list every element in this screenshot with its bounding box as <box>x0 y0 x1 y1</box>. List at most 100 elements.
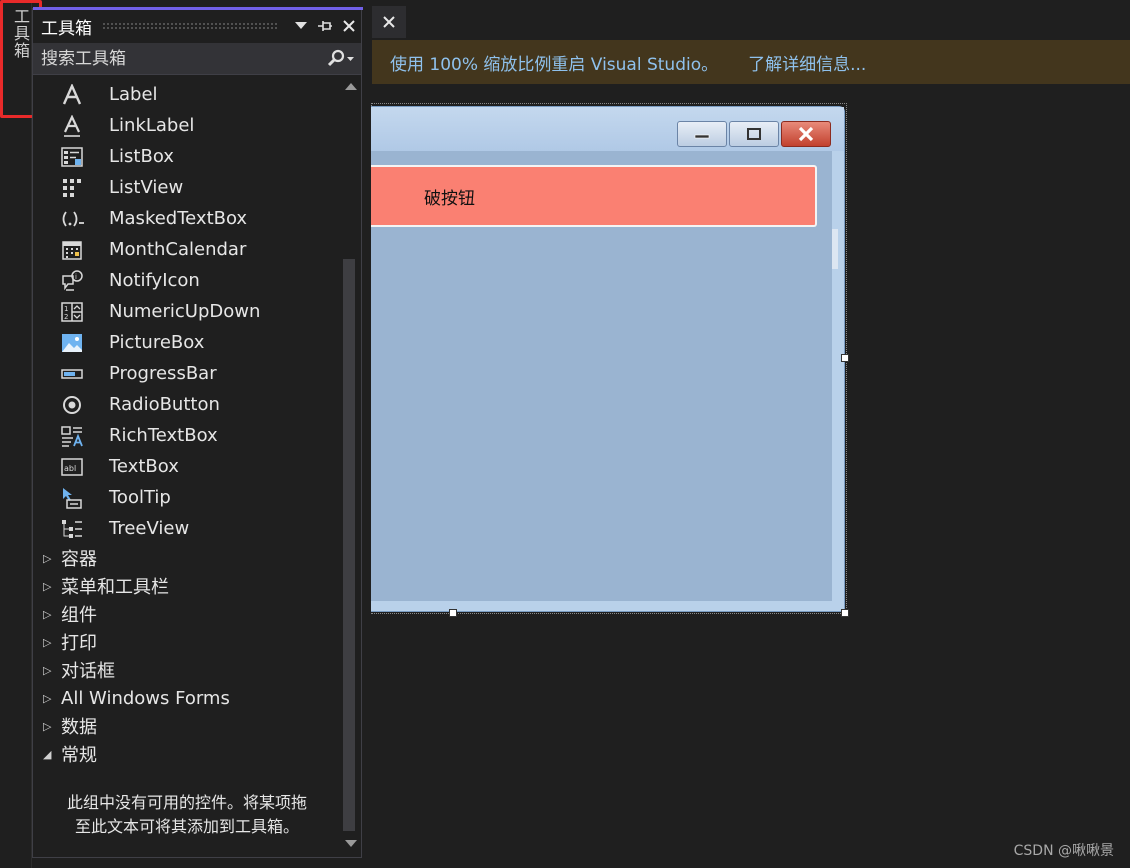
toolbox-group-label: 对话框 <box>61 661 115 682</box>
toolbox-item-richtextbox[interactable]: RichTextBox <box>33 420 341 451</box>
minimize-icon <box>694 134 710 139</box>
svg-text:2: 2 <box>64 313 68 321</box>
panel-accent-line <box>33 7 363 10</box>
scroll-up-arrow-icon[interactable] <box>345 83 357 90</box>
bad-button-control[interactable]: 破按钮 <box>371 165 817 227</box>
auto-hide-pin-button[interactable] <box>313 14 337 38</box>
toolbox-item-picturebox[interactable]: PictureBox <box>33 327 341 358</box>
info-bar-message: 使用 100% 缩放比例重启 Visual Studio。 <box>390 54 719 75</box>
toolbox-header: 工具箱 <box>33 11 361 41</box>
designer-form[interactable]: 破按钮 <box>371 106 845 612</box>
richtextbox-icon <box>59 425 85 447</box>
progressbar-icon <box>59 363 85 385</box>
toolbox-group-label: All Windows Forms <box>61 687 230 709</box>
close-icon <box>383 16 395 28</box>
watermark-text: CSDN @啾啾景 <box>1013 843 1114 859</box>
toolbox-item-radiobutton[interactable]: RadioButton <box>33 389 341 420</box>
expand-arrow-icon: ▷ <box>43 635 52 649</box>
maximize-icon <box>747 128 761 140</box>
resize-handle-bottom[interactable] <box>449 609 457 617</box>
toolbox-item-label-text: ListView <box>109 177 184 198</box>
resize-handle-right[interactable] <box>841 354 849 362</box>
toolbox-item-linklabel[interactable]: LinkLabel <box>33 110 341 141</box>
toolbox-item-label-text: ListBox <box>109 146 174 167</box>
toolbox-group-data[interactable]: ▷ 数据 <box>33 712 341 740</box>
expand-arrow-icon: ▷ <box>43 691 52 705</box>
form-scroll-indicator <box>832 229 838 269</box>
toolbox-item-label-text: LinkLabel <box>109 115 195 136</box>
search-options-button[interactable] <box>321 44 361 74</box>
toolbox-item-monthcalendar[interactable]: MonthCalendar <box>33 234 341 265</box>
toolbox-item-label-text: RichTextBox <box>109 425 218 446</box>
toolbox-item-label-text: ProgressBar <box>109 363 217 384</box>
toolbox-group-label: 组件 <box>61 605 97 626</box>
toolbox-item-treeview[interactable]: TreeView <box>33 513 341 544</box>
expand-arrow-icon: ▷ <box>43 663 52 677</box>
toolbox-list: Label LinkLabel ListBox ListView MaskedT… <box>33 79 341 855</box>
tooltip-icon <box>59 487 85 509</box>
svg-text:1: 1 <box>64 305 68 313</box>
toolbox-item-label-text: NotifyIcon <box>109 270 200 291</box>
toolbox-item-label-text: ToolTip <box>109 487 171 508</box>
document-tab-close-button[interactable] <box>372 6 406 38</box>
scroll-down-arrow-icon[interactable] <box>345 840 357 847</box>
close-icon <box>343 20 355 32</box>
close-panel-button[interactable] <box>337 14 361 38</box>
search-input[interactable] <box>33 48 321 69</box>
learn-more-link[interactable]: 了解详细信息... <box>748 50 866 75</box>
form-client-area: 破按钮 <box>371 151 838 601</box>
pin-icon <box>318 21 332 31</box>
treeview-icon <box>59 518 85 540</box>
toolbox-item-progressbar[interactable]: ProgressBar <box>33 358 341 389</box>
textbox-icon: abl <box>59 456 85 478</box>
form-maximize-button[interactable] <box>729 121 779 147</box>
collapse-arrow-icon: ◢ <box>43 747 52 761</box>
toolbox-panel: 工具箱 Label <box>32 7 363 858</box>
toolbox-group-dialogs[interactable]: ▷ 对话框 <box>33 656 341 684</box>
form-titlebar <box>371 107 844 151</box>
linklabel-icon <box>59 114 85 137</box>
info-bar: 使用 100% 缩放比例重启 Visual Studio。 了解详细信息... <box>372 40 1130 84</box>
toolbox-item-maskedtextbox[interactable]: MaskedTextBox <box>33 203 341 234</box>
window-position-dropdown-button[interactable] <box>289 14 313 38</box>
form-minimize-button[interactable] <box>677 121 727 147</box>
bad-button-text: 破按钮 <box>424 188 475 209</box>
toolbox-autohide-tab[interactable]: 工具箱 <box>0 0 32 868</box>
toolbox-item-notifyicon[interactable]: i NotifyIcon <box>33 265 341 296</box>
toolbox-item-label-text: TreeView <box>109 518 190 539</box>
scrollbar-thumb[interactable] <box>343 259 355 831</box>
radiobutton-icon <box>59 394 85 416</box>
monthcalendar-icon <box>59 239 85 261</box>
toolbox-group-containers[interactable]: ▷ 容器 <box>33 544 341 572</box>
toolbox-item-label-text: Label <box>109 84 158 105</box>
toolbox-title: 工具箱 <box>41 18 92 39</box>
maskedtextbox-icon <box>59 208 85 230</box>
toolbox-item-label[interactable]: Label <box>33 79 341 110</box>
toolbox-scrollbar[interactable] <box>341 79 361 855</box>
toolbox-item-listview[interactable]: ListView <box>33 172 341 203</box>
expand-arrow-icon: ▷ <box>43 607 52 621</box>
toolbox-group-menus-toolbars[interactable]: ▷ 菜单和工具栏 <box>33 572 341 600</box>
toolbox-group-label: 打印 <box>61 633 97 654</box>
picturebox-icon <box>59 332 85 354</box>
toolbox-group-printing[interactable]: ▷ 打印 <box>33 628 341 656</box>
resize-handle-bottom-right[interactable] <box>841 609 849 617</box>
toolbox-group-general[interactable]: ◢ 常规 <box>33 740 341 768</box>
toolbox-item-listbox[interactable]: ListBox <box>33 141 341 172</box>
expand-arrow-icon: ▷ <box>43 719 52 733</box>
toolbox-group-label: 常规 <box>61 745 97 766</box>
expand-arrow-icon: ▷ <box>43 551 52 565</box>
toolbox-group-components[interactable]: ▷ 组件 <box>33 600 341 628</box>
panel-drag-grip[interactable] <box>102 22 279 30</box>
toolbox-group-label: 数据 <box>61 717 97 738</box>
notifyicon-icon: i <box>59 269 85 292</box>
empty-group-message-line: 至此文本可将其添加到工具箱。 <box>74 817 299 836</box>
toolbox-group-all-windows-forms[interactable]: ▷ All Windows Forms <box>33 684 341 712</box>
toolbox-item-textbox[interactable]: abl TextBox <box>33 451 341 482</box>
listview-icon <box>59 177 85 199</box>
close-icon <box>798 126 814 142</box>
toolbox-item-tooltip[interactable]: ToolTip <box>33 482 341 513</box>
toolbox-item-label-text: RadioButton <box>109 394 220 415</box>
form-close-button[interactable] <box>781 121 831 147</box>
toolbox-item-numericupdown[interactable]: 12 NumericUpDown <box>33 296 341 327</box>
